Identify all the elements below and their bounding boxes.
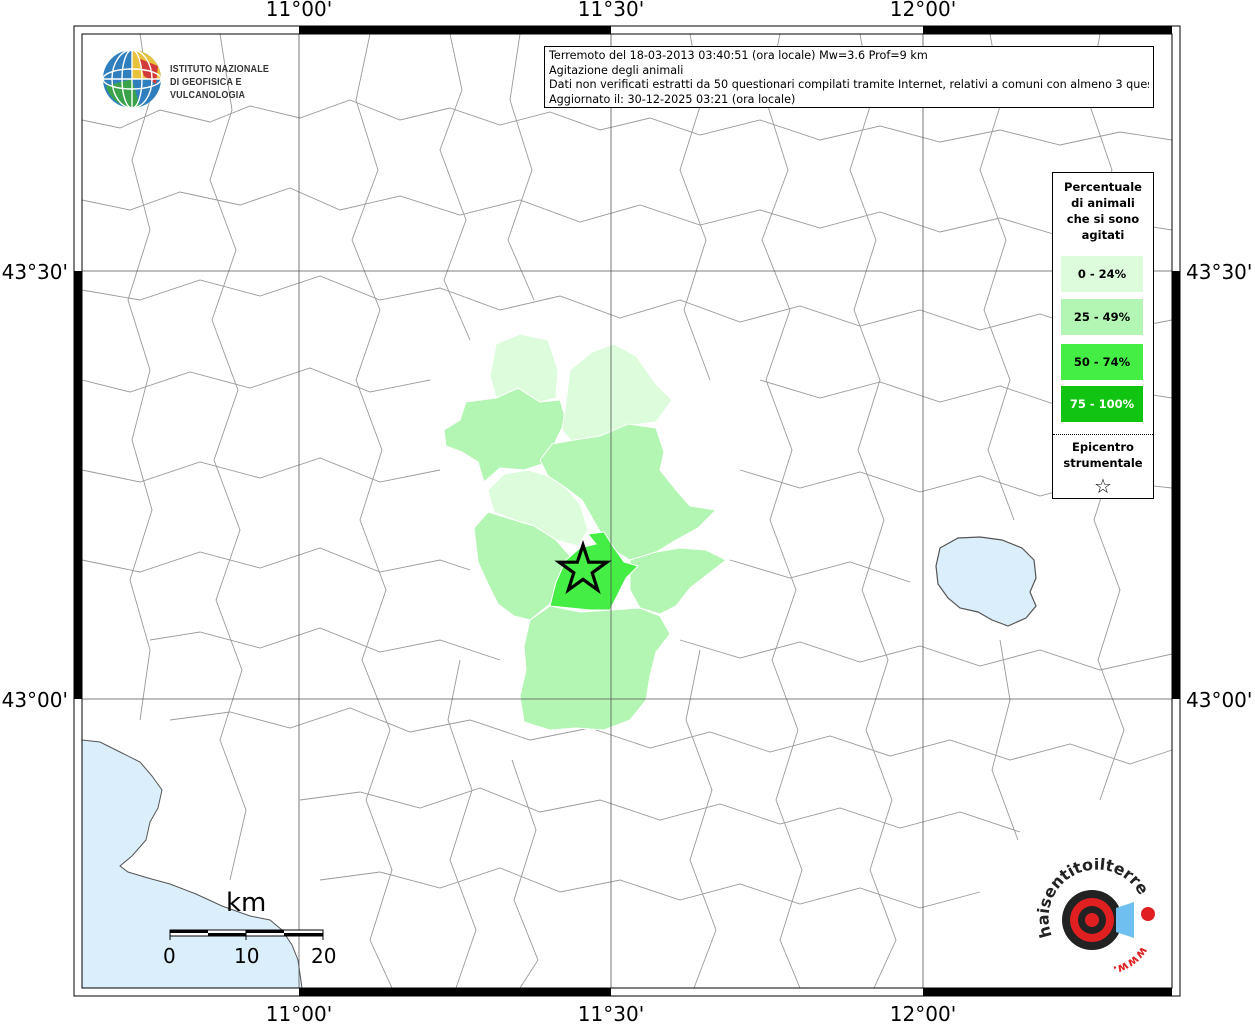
lon-label-bottom-3: 12°00' <box>890 1002 956 1024</box>
legend-title-line4: agitati <box>1081 228 1125 242</box>
legend-epicenter-label: Epicentro strumentale <box>1053 439 1153 471</box>
scale-tick-0: 0 <box>163 944 176 968</box>
legend-class-75-100: 75 - 100% <box>1061 386 1143 422</box>
legend-title-line1: Percentuale <box>1064 180 1142 194</box>
svg-text:www.: www. <box>1112 944 1151 977</box>
haisentito-target-icon: haisentitoilterremoto.it www. <box>1022 843 1155 978</box>
legend-epicenter-line1: Epicentro <box>1072 440 1134 454</box>
haisentito-logo: haisentitoilterremoto.it www. <box>1022 843 1165 978</box>
lon-label-top-3: 12°00' <box>890 0 956 21</box>
legend-title-line2: di animali <box>1071 196 1135 210</box>
legend: Percentuale di animali che si sono agita… <box>1052 172 1154 499</box>
info-line-data-note: Dati non verificati estratti da 50 quest… <box>549 78 1149 91</box>
lon-label-bottom-1: 11°00' <box>266 1002 332 1024</box>
lat-label-right-2: 43°00' <box>1186 688 1252 712</box>
legend-star-icon: ☆ <box>1094 474 1112 498</box>
legend-class-0-24: 0 - 24% <box>1061 256 1143 292</box>
legend-title: Percentuale di animali che si sono agita… <box>1053 179 1153 243</box>
scale-tick-20: 20 <box>311 944 337 968</box>
haisentito-www: www. <box>1112 944 1151 977</box>
scale-tick-10: 10 <box>234 944 260 968</box>
info-line-subject: Agitazione degli animali <box>549 63 684 77</box>
ingv-name-line1: ISTITUTO NAZIONALE <box>170 64 270 75</box>
lat-label-right-1: 43°30' <box>1186 260 1252 284</box>
legend-separator <box>1053 434 1153 435</box>
ingv-logo: ISTITUTO NAZIONALE DI GEOFISICA E VULCAN… <box>100 46 320 110</box>
legend-class-50-74: 50 - 74% <box>1061 344 1143 380</box>
earthquake-info-box: Terremoto del 18-03-2013 03:40:51 (ora l… <box>544 46 1154 108</box>
municipality-0-24-north <box>489 333 559 403</box>
info-line-updated: Aggiornato il: 30-12-2025 03:21 (ora loc… <box>549 92 796 106</box>
legend-title-line3: che si sono <box>1066 212 1140 226</box>
scale-unit-label: km <box>226 888 267 918</box>
lat-label-left-1: 43°30' <box>2 260 68 284</box>
info-line-event: Terremoto del 18-03-2013 03:40:51 (ora l… <box>549 49 928 62</box>
lon-label-top-1: 11°00' <box>266 0 332 21</box>
ingv-globe-icon <box>102 49 162 109</box>
lon-label-top-2: 11°30' <box>578 0 644 21</box>
lat-label-left-2: 43°00' <box>2 688 68 712</box>
ingv-name-line2: DI GEOFISICA E VULCANOLOGIA <box>170 77 246 101</box>
legend-epicenter-line2: strumentale <box>1063 456 1143 470</box>
lon-label-bottom-2: 11°30' <box>578 1002 644 1024</box>
legend-class-25-49: 25 - 49% <box>1061 299 1143 335</box>
